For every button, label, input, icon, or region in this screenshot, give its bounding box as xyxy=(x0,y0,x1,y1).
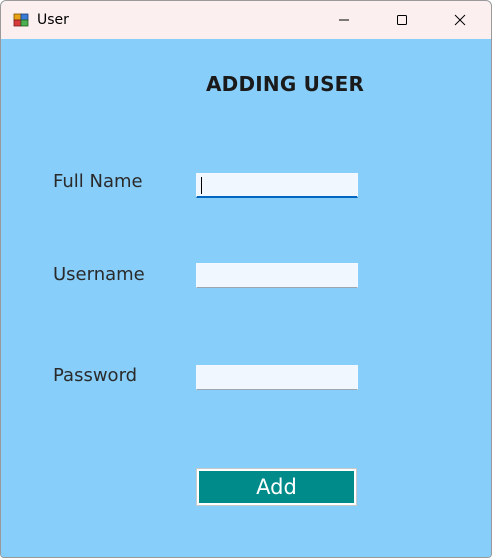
title-bar[interactable]: User xyxy=(1,1,491,39)
form-heading: ADDING USER xyxy=(206,72,365,96)
minimize-icon xyxy=(339,19,349,21)
form-area: ADDING USER Full Name Username Password … xyxy=(1,39,491,557)
username-label: Username xyxy=(53,264,145,285)
add-button[interactable]: Add xyxy=(196,468,357,506)
close-button[interactable] xyxy=(437,1,483,39)
minimize-button[interactable] xyxy=(321,1,367,39)
user-window: User ADDING USER Full Name Username Pass… xyxy=(0,0,492,558)
text-caret xyxy=(201,177,202,194)
full-name-label: Full Name xyxy=(53,171,143,192)
window-title: User xyxy=(37,12,69,28)
maximize-button[interactable] xyxy=(379,1,425,39)
username-input[interactable] xyxy=(196,263,358,288)
maximize-icon xyxy=(397,15,407,25)
password-input[interactable] xyxy=(196,365,358,390)
app-window-icon xyxy=(13,13,29,27)
close-icon xyxy=(454,14,466,26)
full-name-input[interactable] xyxy=(196,173,358,198)
password-label: Password xyxy=(53,365,138,386)
